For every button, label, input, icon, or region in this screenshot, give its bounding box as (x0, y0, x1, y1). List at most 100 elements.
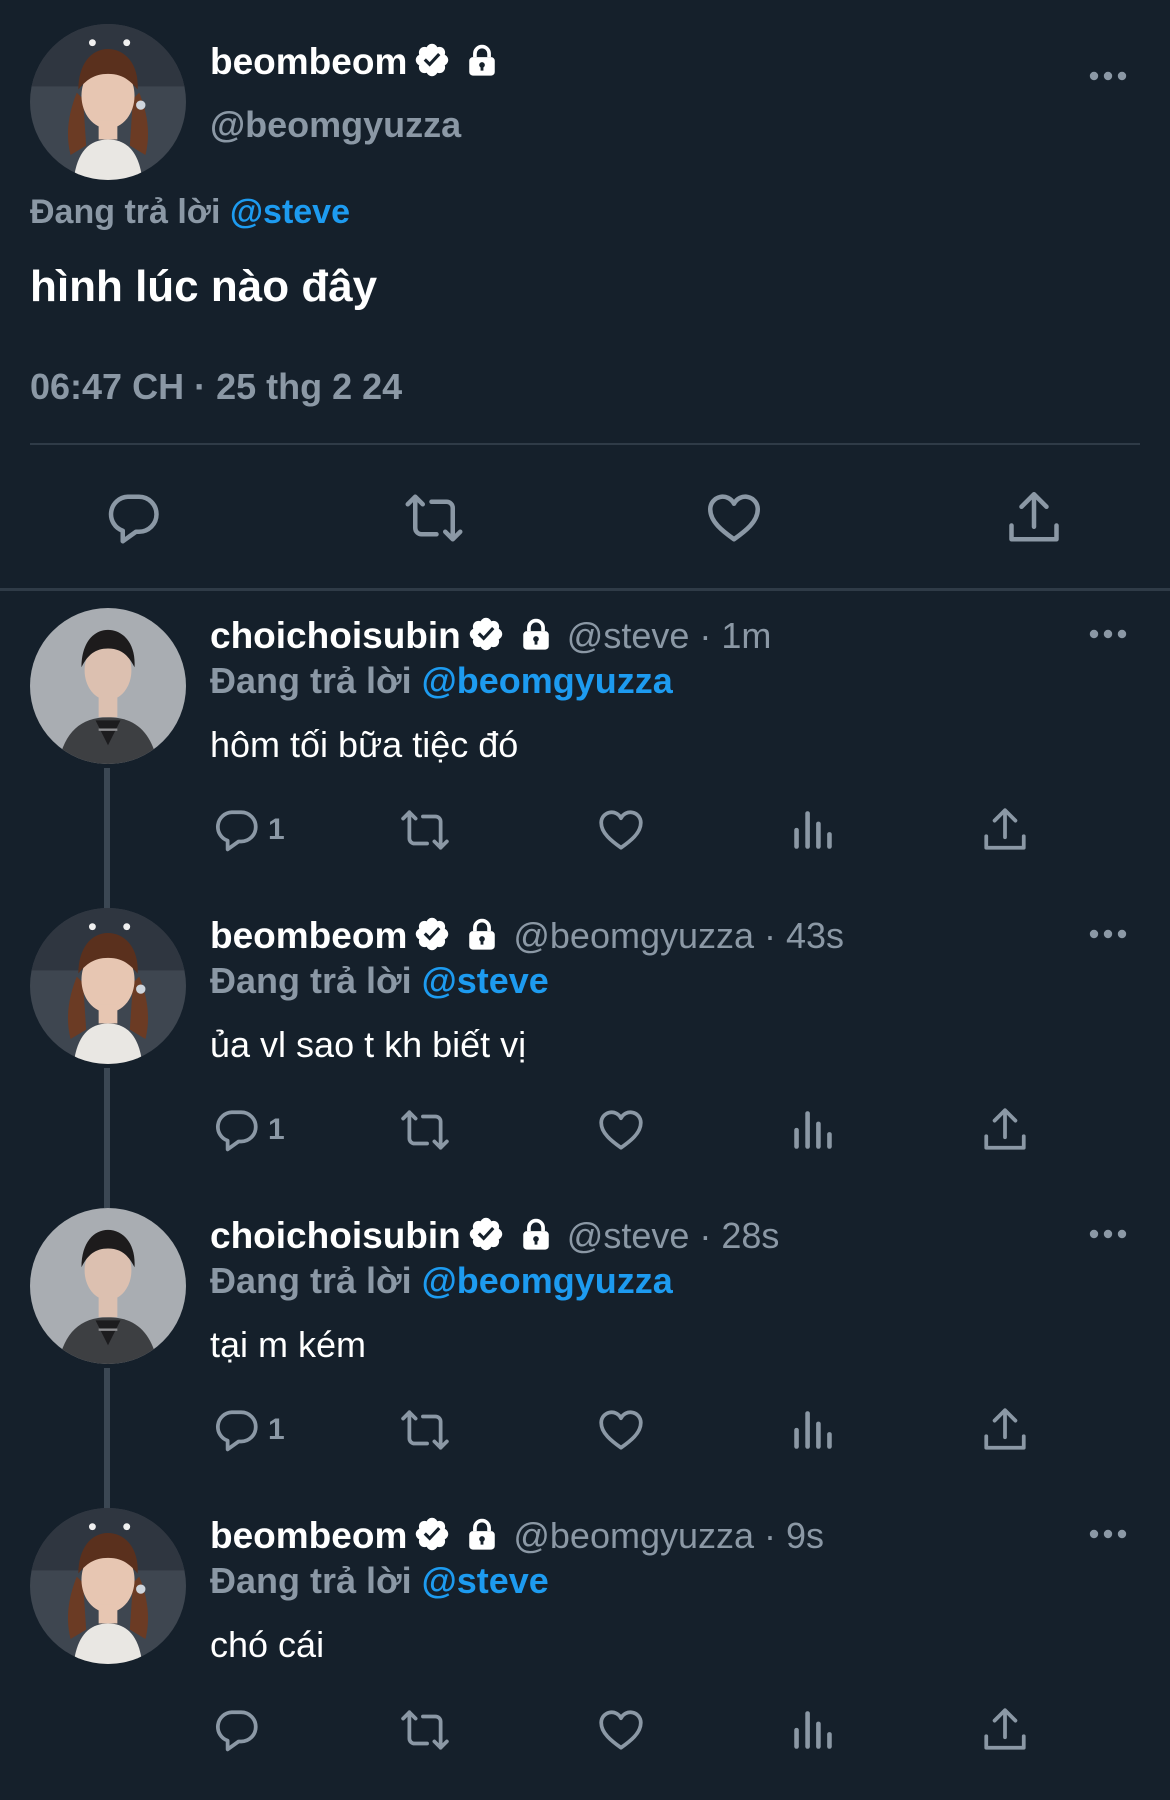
heart-icon (596, 1105, 646, 1155)
more-dots-icon[interactable] (1088, 1228, 1128, 1240)
reply-count: 1 (268, 1413, 285, 1446)
like-button[interactable] (596, 1704, 646, 1756)
verified-badge-icon (467, 1215, 505, 1258)
replying-prefix: Đang trả lời (210, 1260, 412, 1301)
reply-tweet[interactable]: beombeom @beomgyuzza · 43s Đang trả lời … (0, 900, 1170, 1200)
handle-and-time[interactable]: @steve · 1m (567, 615, 772, 657)
reply-tweet[interactable]: choichoisubin @steve · 28s Đang trả lời … (0, 1200, 1170, 1500)
tweet-text: tại m kém (210, 1324, 367, 1365)
views-button[interactable] (788, 804, 838, 856)
retweet-icon (400, 805, 450, 855)
heart-icon[interactable] (704, 488, 764, 548)
share-upload-icon[interactable] (1004, 488, 1064, 548)
views-button[interactable] (788, 1404, 838, 1456)
share-button[interactable] (980, 1704, 1030, 1756)
display-name[interactable]: beombeom (210, 1515, 407, 1557)
reply-button[interactable] (212, 1704, 268, 1756)
verified-badge-icon (413, 41, 451, 84)
tweet-text: hình lúc nào đây (30, 262, 378, 311)
handle-and-time[interactable]: @steve · 28s (567, 1215, 780, 1257)
verified-badge-icon (413, 915, 451, 958)
retweet-button[interactable] (400, 1704, 450, 1756)
reply-tweet[interactable]: choichoisubin @steve · 1m Đang trả lời @… (0, 600, 1170, 900)
replying-to-line: Đang trả lời @beomgyuzza (210, 1260, 673, 1302)
replying-to-line: Đang trả lời @steve (210, 1560, 549, 1602)
reply-bubble-icon (212, 1405, 262, 1455)
reply-bubble-icon (212, 1705, 262, 1755)
like-button[interactable] (596, 1404, 646, 1456)
author-handle[interactable]: @beomgyuzza (210, 104, 461, 146)
lock-icon (465, 43, 499, 82)
author-row: beombeom (210, 38, 499, 86)
analytics-bars-icon (788, 1405, 838, 1455)
analytics-bars-icon (788, 1105, 838, 1155)
retweet-icon[interactable] (404, 488, 464, 548)
avatar[interactable] (30, 908, 186, 1064)
views-button[interactable] (788, 1704, 838, 1756)
like-button[interactable] (596, 1104, 646, 1156)
verified-badge-icon (467, 615, 505, 658)
more-dots-icon[interactable] (1088, 1528, 1128, 1540)
replying-to-mention[interactable]: @steve (230, 193, 350, 231)
reply-count: 1 (268, 813, 285, 846)
share-button[interactable] (980, 804, 1030, 856)
retweet-icon (400, 1405, 450, 1455)
replying-to-line: Đang trả lời @steve (30, 193, 350, 232)
handle-and-time[interactable]: @beomgyuzza · 43s (513, 915, 844, 957)
more-dots-icon[interactable] (1088, 628, 1128, 640)
replying-to-mention[interactable]: @beomgyuzza (422, 1260, 673, 1301)
analytics-bars-icon (788, 1705, 838, 1755)
retweet-button[interactable] (400, 1104, 450, 1156)
divider (0, 588, 1170, 591)
verified-badge-icon (413, 1515, 451, 1558)
tweet-text: chó cái (210, 1624, 325, 1665)
reply-tweet[interactable]: beombeom @beomgyuzza · 9s Đang trả lời @… (0, 1500, 1170, 1800)
heart-icon (596, 805, 646, 855)
reply-button[interactable]: 1 (212, 804, 285, 856)
tweet-timestamp[interactable]: 06:47 CH · 25 thg 2 24 (30, 366, 402, 408)
more-dots-icon[interactable] (1088, 70, 1128, 82)
share-upload-icon (980, 805, 1030, 855)
handle-and-time[interactable]: @beomgyuzza · 9s (513, 1515, 824, 1557)
share-button[interactable] (980, 1104, 1030, 1156)
replying-to-mention[interactable]: @steve (422, 1560, 549, 1601)
more-dots-icon[interactable] (1088, 928, 1128, 940)
retweet-button[interactable] (400, 804, 450, 856)
replying-to-mention[interactable]: @steve (422, 960, 549, 1001)
avatar[interactable] (30, 24, 186, 180)
lock-icon (465, 1517, 499, 1556)
lock-icon (519, 617, 553, 656)
display-name[interactable]: choichoisubin (210, 1215, 461, 1257)
lock-icon (465, 917, 499, 956)
reply-header: choichoisubin @steve · 1m (210, 612, 771, 660)
display-name[interactable]: beombeom (210, 915, 407, 957)
avatar[interactable] (30, 608, 186, 764)
replying-to-line: Đang trả lời @steve (210, 960, 549, 1002)
avatar[interactable] (30, 1508, 186, 1664)
replying-prefix: Đang trả lời (210, 660, 412, 701)
reply-button[interactable]: 1 (212, 1104, 285, 1156)
analytics-bars-icon (788, 805, 838, 855)
heart-icon (596, 1705, 646, 1755)
retweet-icon (400, 1705, 450, 1755)
tweet-text: hôm tối bữa tiệc đó (210, 724, 519, 765)
replying-prefix: Đang trả lời (210, 960, 412, 1001)
views-button[interactable] (788, 1104, 838, 1156)
display-name[interactable]: beombeom (210, 41, 407, 83)
share-button[interactable] (980, 1404, 1030, 1456)
replying-to-mention[interactable]: @beomgyuzza (422, 660, 673, 701)
reply-bubble-icon (212, 1105, 262, 1155)
display-name[interactable]: choichoisubin (210, 615, 461, 657)
divider (30, 443, 1140, 445)
reply-button[interactable]: 1 (212, 1404, 285, 1456)
share-upload-icon (980, 1705, 1030, 1755)
avatar[interactable] (30, 1208, 186, 1364)
replying-prefix: Đang trả lời (210, 1560, 412, 1601)
reply-count: 1 (268, 1113, 285, 1146)
reply-bubble-icon[interactable] (104, 488, 164, 548)
replying-prefix: Đang trả lời (30, 193, 221, 231)
reply-header: choichoisubin @steve · 28s (210, 1212, 779, 1260)
replying-to-line: Đang trả lời @beomgyuzza (210, 660, 673, 702)
like-button[interactable] (596, 804, 646, 856)
retweet-button[interactable] (400, 1404, 450, 1456)
